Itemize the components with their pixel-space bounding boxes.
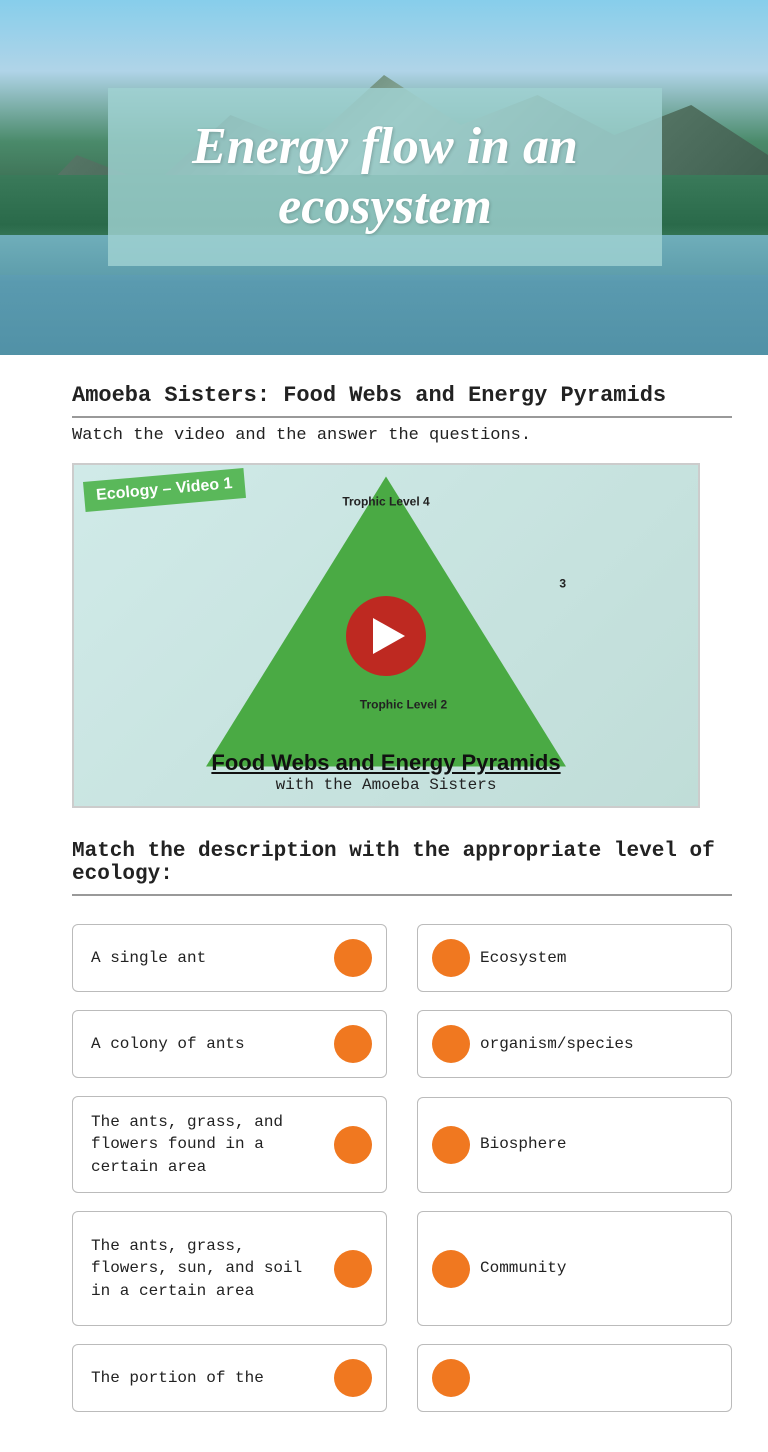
left-item-4-text: The ants, grass, flowers, sun, and soil … — [91, 1235, 324, 1302]
dot-3-right — [432, 1126, 470, 1164]
right-item-4-text: Community — [480, 1257, 717, 1279]
left-item-4[interactable]: The ants, grass, flowers, sun, and soil … — [72, 1211, 387, 1326]
title-box: Energy flow in an ecosystem — [108, 88, 662, 266]
dot-2-left — [334, 1025, 372, 1063]
level-2-label: Trophic Level 2 — [360, 697, 447, 711]
dot-1-left — [334, 939, 372, 977]
right-item-2[interactable]: organism/species — [417, 1010, 732, 1078]
match-section-title: Match the description with the appropria… — [72, 840, 732, 896]
dot-4-right — [432, 1250, 470, 1288]
right-item-1-text: Ecosystem — [480, 947, 717, 969]
video-title-line1: Food Webs and Energy Pyramids — [74, 750, 698, 776]
video-thumbnail: Ecology – Video 1 Trophic Level 4 3 Trop… — [74, 465, 698, 806]
dot-2-right — [432, 1025, 470, 1063]
right-item-4[interactable]: Community — [417, 1211, 732, 1326]
left-item-1-text: A single ant — [91, 947, 324, 969]
level-4-label: Trophic Level 4 — [342, 494, 429, 508]
left-item-2-text: A colony of ants — [91, 1033, 324, 1055]
video-title-line2: with the Amoeba Sisters — [74, 776, 698, 794]
video-instruction: Watch the video and the answer the quest… — [72, 426, 732, 445]
right-item-5[interactable] — [417, 1344, 732, 1412]
video-container[interactable]: Ecology – Video 1 Trophic Level 4 3 Trop… — [72, 463, 700, 808]
left-item-2[interactable]: A colony of ants — [72, 1010, 387, 1078]
dot-3-left — [334, 1126, 372, 1164]
content-area: Amoeba Sisters: Food Webs and Energy Pyr… — [0, 355, 768, 1452]
hero-title: Energy flow in an ecosystem — [128, 117, 642, 237]
right-item-3[interactable]: Biosphere — [417, 1097, 732, 1193]
dot-4-left — [334, 1250, 372, 1288]
video-bottom-text: Food Webs and Energy Pyramids with the A… — [74, 750, 698, 794]
video-section-title: Amoeba Sisters: Food Webs and Energy Pyr… — [72, 383, 732, 418]
dot-5-left — [334, 1359, 372, 1397]
left-item-3-text: The ants, grass, and flowers found in a … — [91, 1111, 324, 1178]
right-item-2-text: organism/species — [480, 1033, 717, 1055]
play-button[interactable] — [346, 596, 426, 676]
dot-1-right — [432, 939, 470, 977]
left-item-5-text: The portion of the — [91, 1367, 324, 1389]
left-item-3[interactable]: The ants, grass, and flowers found in a … — [72, 1096, 387, 1193]
right-item-1[interactable]: Ecosystem — [417, 924, 732, 992]
left-item-5[interactable]: The portion of the — [72, 1344, 387, 1412]
hero-section: Energy flow in an ecosystem — [0, 0, 768, 355]
dot-5-right — [432, 1359, 470, 1397]
match-grid: A single ant Ecosystem A colony of ants … — [72, 924, 732, 1412]
level-3-label: 3 — [559, 576, 566, 590]
left-item-1[interactable]: A single ant — [72, 924, 387, 992]
right-item-3-text: Biosphere — [480, 1133, 717, 1155]
play-icon — [373, 618, 405, 654]
